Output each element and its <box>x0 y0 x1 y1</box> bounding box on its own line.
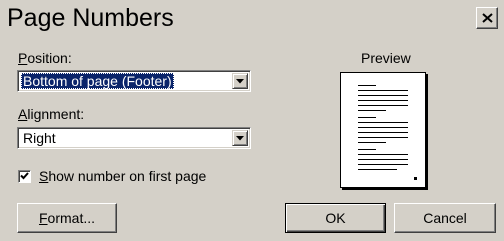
position-select-value: Bottom of page (Footer) <box>21 73 174 89</box>
page-preview-icon <box>358 85 417 180</box>
position-label: Position: <box>18 50 72 66</box>
first-page-checkbox-row[interactable]: Show number on first page <box>18 167 206 185</box>
alignment-select[interactable]: Right <box>17 127 251 149</box>
title-bar: Page Numbers <box>0 0 504 38</box>
page-numbers-dialog: Page Numbers Position: Bottom of page (F… <box>0 0 504 241</box>
dialog-title: Page Numbers <box>7 4 174 32</box>
preview-label: Preview <box>361 50 411 66</box>
close-button[interactable] <box>476 7 498 29</box>
cancel-button[interactable]: Cancel <box>394 203 496 233</box>
preview-page-thumbnail <box>340 72 426 188</box>
alignment-label: Alignment: <box>18 106 85 122</box>
close-icon <box>481 13 493 23</box>
first-page-checkbox-label: Show number on first page <box>39 168 207 184</box>
chevron-down-icon <box>236 135 244 140</box>
format-button[interactable]: Format... <box>17 203 117 233</box>
format-button-label: Format... <box>38 210 96 226</box>
position-select[interactable]: Bottom of page (Footer) <box>17 70 251 92</box>
checkmark-icon <box>20 172 29 180</box>
alignment-select-value: Right <box>23 130 56 146</box>
first-page-checkbox[interactable] <box>18 169 31 183</box>
chevron-down-icon <box>236 78 244 83</box>
alignment-dropdown-button[interactable] <box>232 130 248 146</box>
ok-button[interactable]: OK <box>285 203 386 233</box>
position-dropdown-button[interactable] <box>232 73 248 89</box>
